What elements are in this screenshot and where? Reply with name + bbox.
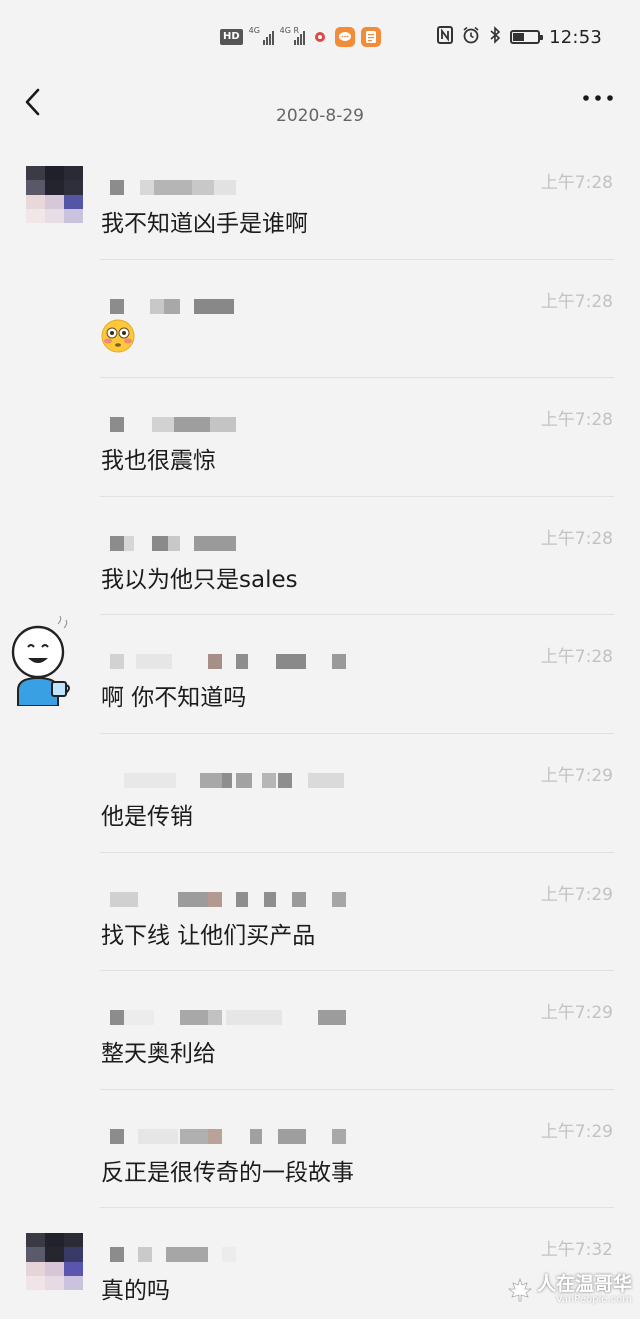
sender-name-blurred	[102, 417, 422, 433]
watermark-title: 人在温哥华	[536, 1273, 632, 1295]
list-item[interactable]: 上午7:29 他是传销	[0, 732, 640, 852]
bluetooth-icon	[489, 26, 501, 48]
message-time: 上午7:29	[540, 1003, 613, 1024]
signal-4g-roaming-icon: 4G R	[279, 26, 305, 45]
status-right-icons: 12:53	[437, 26, 602, 48]
message-text[interactable]: 我不知道凶手是谁啊	[101, 204, 308, 238]
message-text[interactable]: 啊 你不知道吗	[101, 678, 246, 712]
message-time: 上午7:28	[540, 173, 613, 193]
sender-name-blurred	[102, 535, 422, 552]
signal-4g-label: 4G	[248, 26, 260, 35]
watermark: 人在温哥华 VanPeople.com	[507, 1274, 632, 1305]
sender-name-blurred	[102, 891, 422, 908]
note-app-icon	[360, 27, 381, 47]
message-text[interactable]: 我也很震惊	[101, 441, 216, 475]
list-item[interactable]: 上午7:28	[0, 258, 640, 378]
message-time: 上午7:29	[540, 1121, 613, 1142]
list-item[interactable]: 上午7:29 整天奥利给	[0, 970, 640, 1089]
maple-leaf-icon	[507, 1277, 533, 1301]
sender-name-blurred	[102, 1128, 422, 1145]
more-button[interactable]	[578, 86, 618, 110]
message-time: 上午7:28	[540, 291, 613, 312]
status-bar: HD 4G 4G R 12:53	[0, 0, 640, 74]
message-time: 上午7:28	[540, 410, 613, 431]
status-left-icons: HD 4G 4G R	[220, 26, 381, 48]
alarm-icon	[462, 26, 480, 48]
message-text[interactable]: 找下线 让他们买产品	[101, 916, 315, 950]
watermark-site: VanPeople.com	[555, 1294, 632, 1305]
sender-name-blurred	[102, 180, 422, 196]
message-time: 上午7:29	[540, 765, 613, 786]
message-text[interactable]: 反正是很传奇的一段故事	[101, 1153, 354, 1187]
message-time: 上午7:29	[540, 884, 613, 905]
sender-name-blurred	[102, 1010, 422, 1026]
avatar[interactable]	[26, 1233, 83, 1291]
avatar[interactable]	[8, 616, 76, 707]
sender-name-blurred	[102, 654, 422, 670]
sender-name-blurred	[102, 772, 422, 789]
message-list[interactable]: 上午7:28 我不知道凶手是谁啊 上午7:28 上午7:28 我也很震惊 上午7…	[0, 140, 640, 1319]
message-text[interactable]: 整天奥利给	[101, 1034, 216, 1068]
list-item[interactable]: 上午7:28 我以为他只是sales	[0, 495, 640, 615]
list-item[interactable]: 上午7:29 反正是很传奇的一段故事	[0, 1088, 640, 1208]
list-item[interactable]: 上午7:28 我不知道凶手是谁啊	[0, 140, 640, 259]
hd-voice-icon: HD	[220, 29, 243, 45]
battery-icon	[510, 30, 544, 44]
message-time: 上午7:28	[540, 647, 613, 668]
sender-name-blurred	[102, 298, 422, 315]
more-dots-icon	[583, 95, 613, 101]
sender-name-blurred	[102, 1247, 422, 1263]
nfc-icon	[437, 26, 454, 48]
list-item[interactable]: 上午7:28 我也很震惊	[0, 377, 640, 496]
app-notification-icon	[311, 28, 329, 46]
message-app-icon	[334, 27, 355, 47]
signal-4g-icon: 4G	[248, 26, 274, 45]
message-text[interactable]: 他是传销	[101, 797, 193, 831]
status-time: 12:53	[549, 26, 602, 48]
message-text[interactable]: 真的吗	[101, 1271, 170, 1305]
avatar[interactable]	[26, 166, 83, 223]
message-text[interactable]: 我以为他只是sales	[101, 560, 298, 594]
chat-history-header: 2020-8-29	[0, 74, 640, 140]
message-time: 上午7:32	[540, 1240, 613, 1261]
flushed-face-emoji[interactable]	[101, 319, 135, 357]
page-title: 2020-8-29	[276, 106, 364, 126]
signal-4g-roaming-label: 4G R	[279, 26, 300, 35]
message-time: 上午7:28	[540, 528, 613, 549]
list-item[interactable]: 上午7:28 啊 你不知道吗	[0, 614, 640, 733]
list-item[interactable]: 上午7:29 找下线 让他们买产品	[0, 851, 640, 971]
